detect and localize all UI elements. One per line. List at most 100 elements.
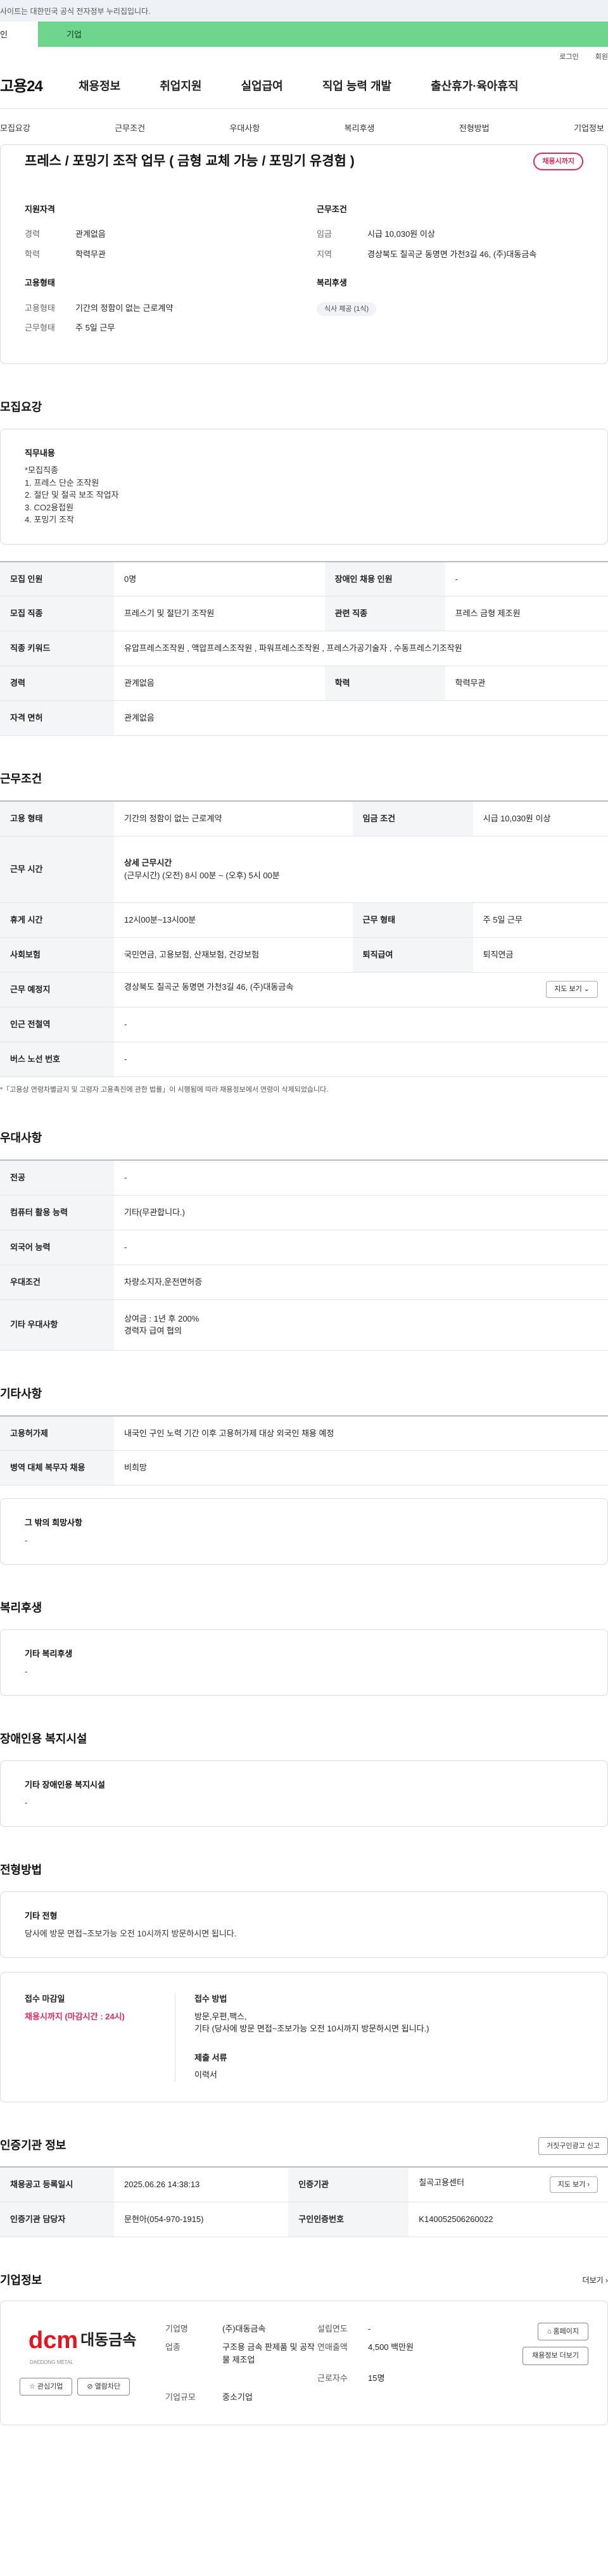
reg-date-label: 채용공고 등록일시 xyxy=(0,2167,114,2202)
insurance-label: 사회보험 xyxy=(0,937,114,973)
hope-box: 그 밖의 희망사항 - xyxy=(0,1498,608,1565)
disabled-box: 기타 장애인용 복지시설 - xyxy=(0,1760,608,1827)
company-size-value: 중소기업 xyxy=(222,2392,253,2402)
employees-label: 근로자수 xyxy=(317,2373,348,2383)
table-row: 컴퓨터 활용 능력 기타(무관합니다.) xyxy=(0,1195,608,1230)
education-label: 학력 xyxy=(25,249,40,259)
table-row: 사회보험 국민연금, 고용보험, 산재보험, 건강보험 퇴직급여 퇴직연금 xyxy=(0,937,608,973)
welfare-heading: 복리후생 xyxy=(317,278,347,287)
agency-org-label: 인증기관 xyxy=(288,2167,409,2202)
related-job-label: 관련 직종 xyxy=(324,596,445,631)
work-form-label: 근무 형태 xyxy=(352,902,473,938)
subway-label: 인근 전철역 xyxy=(0,1007,114,1042)
work-hours-label: 근무 시간 xyxy=(0,836,114,903)
work-hours-subheading: 상세 근무시간 xyxy=(124,858,172,868)
duty-text: *모집직종 1. 프레스 단순 조작원 2. 절단 및 절곡 보조 작업자 3.… xyxy=(25,465,119,524)
subnav-company[interactable]: 기업정보 xyxy=(574,122,604,135)
agency-map-button[interactable]: 지도 보기 › xyxy=(549,2176,598,2193)
major-label: 전공 xyxy=(0,1160,114,1196)
founded-label: 설립연도 xyxy=(317,2323,348,2333)
work-emptype-value: 기간의 정함이 없는 근로계약 xyxy=(114,801,353,837)
table-row: 모집 인원 0명 장애인 채용 인원 - xyxy=(0,561,608,597)
subnav-recruit[interactable]: 모집요강 xyxy=(0,122,30,135)
table-row: 직종 키워드 유압프레스조작원 , 액압프레스조작원 , 파워프레스조작원 , … xyxy=(0,631,608,666)
language-value: - xyxy=(114,1230,608,1265)
cert-no-value: K140052506260022 xyxy=(408,2202,608,2237)
section-nav: 모집요강 근무조건 우대사항 복리후생 전형방법 기업정보 xyxy=(0,109,608,148)
gnb-item-parental-leave[interactable]: 출산휴가·육아휴직 xyxy=(431,78,518,95)
other-table: 고용허가제 내국인 구인 노력 기간 이후 고용허가제 대상 외국인 채용 예정 … xyxy=(0,1415,608,1486)
tab-company[interactable]: 기업 xyxy=(38,22,608,47)
table-row: 외국어 능력 - xyxy=(0,1230,608,1265)
disabled-section-title: 장애인용 복지시설 xyxy=(0,1733,87,1745)
gnb-item-jobs[interactable]: 채용정보 xyxy=(79,78,120,95)
job-keyword-value: 유압프레스조작원 , 액압프레스조작원 , 파워프레스조작원 , 프레스가공기술… xyxy=(114,631,608,666)
table-row: 버스 노선 번호 - xyxy=(0,1042,608,1077)
site-logo[interactable]: 고용24 xyxy=(0,75,79,98)
subnav-selection[interactable]: 전형방법 xyxy=(459,122,490,135)
break-value: 12시00분~13시00분 xyxy=(114,902,353,938)
gnb-item-employment-support[interactable]: 취업지원 xyxy=(160,78,201,95)
break-label: 휴게 시간 xyxy=(0,902,114,938)
hope-value: - xyxy=(25,1535,28,1545)
company-section-title: 기업정보 xyxy=(0,2273,42,2287)
table-row: 근무 시간 상세 근무시간 (근무시간) (오전) 8시 00분 ~ (오후) … xyxy=(0,836,608,903)
qualification-heading: 지원자격 xyxy=(25,204,55,214)
gov-notice-text: 사이트는 대한민국 공식 전자정부 누리집입니다. xyxy=(0,7,151,16)
subnav-preferences[interactable]: 우대사항 xyxy=(229,122,260,135)
homepage-button[interactable]: ⌂ 홈페이지 xyxy=(537,2322,588,2340)
retirement-label: 퇴직급여 xyxy=(352,937,473,973)
welfare-etc-heading: 기타 복리후생 xyxy=(25,1649,73,1658)
subnav-welfare[interactable]: 복리후생 xyxy=(345,122,375,135)
company-jobs-button[interactable]: 채용정보 더보기 xyxy=(522,2347,588,2365)
disabled-count-label: 장애인 채용 인원 xyxy=(324,561,445,597)
employees-value: 15명 xyxy=(368,2373,385,2383)
docs-heading: 제출 서류 xyxy=(194,2052,227,2062)
work-emptype-label: 고용 형태 xyxy=(0,801,114,837)
company-name-label: 기업명 xyxy=(165,2323,188,2333)
table-row: 고용허가제 내국인 구인 노력 기간 이후 고용허가제 대상 외국인 채용 예정 xyxy=(0,1415,608,1451)
job-type-value: 프레스기 및 절단기 조작원 xyxy=(114,596,325,631)
recruit-section-title: 모집요강 xyxy=(0,400,42,414)
block-company-button[interactable]: ⊘ 열람차단 xyxy=(77,2377,130,2396)
sales-label: 연매출액 xyxy=(317,2342,348,2352)
selection-etc-box: 기타 전형 당사에 방문 면접~조보가능 오전 10시까지 방문하시면 됩니다. xyxy=(0,1891,608,1958)
major-value: - xyxy=(114,1160,608,1196)
tab-individual[interactable]: 인 xyxy=(0,22,38,47)
workplace-map-button[interactable]: 지도 보기 ⌄ xyxy=(546,981,598,998)
gnb-item-unemployment-benefit[interactable]: 실업급여 xyxy=(241,78,283,95)
recruit-edu-label: 학력 xyxy=(324,666,445,701)
company-size-label: 기업규모 xyxy=(165,2392,196,2402)
method-value: 방문,우편,팩스, 기타 (당사에 방문 면접~조보가능 오전 10시까지 방문… xyxy=(194,2011,429,2034)
favorite-company-button[interactable]: ☆ 관심기업 xyxy=(20,2377,73,2396)
welfare-etc-value: - xyxy=(25,1666,28,1676)
military-label: 병역 대체 복무자 채용 xyxy=(0,1450,114,1486)
retirement-value: 퇴직연금 xyxy=(472,937,608,973)
deadline-badge: 채용시까지 xyxy=(533,152,583,170)
other-section-title: 기타사항 xyxy=(0,1387,42,1400)
agency-section-title: 인증기관 정보 xyxy=(0,2139,66,2152)
table-row: 경력 관계없음 학력 학력무관 xyxy=(0,666,608,701)
worktype-label: 근무형태 xyxy=(25,323,55,332)
work-section-title: 근무조건 xyxy=(0,773,42,785)
welfare-box: 기타 복리후생 - xyxy=(0,1629,608,1696)
pref-etc-label: 기타 우대사항 xyxy=(0,1299,114,1351)
welfare-section-title: 복리후생 xyxy=(0,1601,42,1614)
subnav-work-conditions[interactable]: 근무조건 xyxy=(115,122,145,135)
license-value: 관계없음 xyxy=(114,700,608,736)
join-link[interactable]: 회원 xyxy=(595,52,608,65)
selection-section-title: 전형방법 xyxy=(0,1864,42,1876)
gnb-item-vocational-training[interactable]: 직업 능력 개발 xyxy=(322,78,391,95)
permit-value: 내국인 구인 노력 기간 이후 고용허가제 대상 외국인 채용 예정 xyxy=(114,1415,608,1451)
work-form-value: 주 5일 근무 xyxy=(472,902,608,938)
global-nav: 고용24 채용정보 취업지원 실업급여 직업 능력 개발 출산휴가·육아휴직 xyxy=(0,65,608,109)
pref-table: 전공 - 컴퓨터 활용 능력 기타(무관합니다.) 외국어 능력 - 우대조건 차량소지… xyxy=(0,1159,608,1351)
company-more-link[interactable]: 더보기 › xyxy=(583,2275,608,2286)
report-fake-ad-button[interactable]: 거짓구인광고 신고 xyxy=(538,2137,608,2155)
table-row: 고용 형태 기간의 정함이 없는 근로계약 임금 조건 시급 10,030원 이… xyxy=(0,801,608,837)
disabled-etc-heading: 기타 장애인용 복지시설 xyxy=(25,1780,105,1790)
login-link[interactable]: 로그인 xyxy=(559,52,578,65)
company-logo-name: 대동금속 xyxy=(80,2332,137,2349)
disabled-count-value: - xyxy=(445,561,608,597)
agency-manager-label: 인증기관 담당자 xyxy=(0,2202,114,2237)
